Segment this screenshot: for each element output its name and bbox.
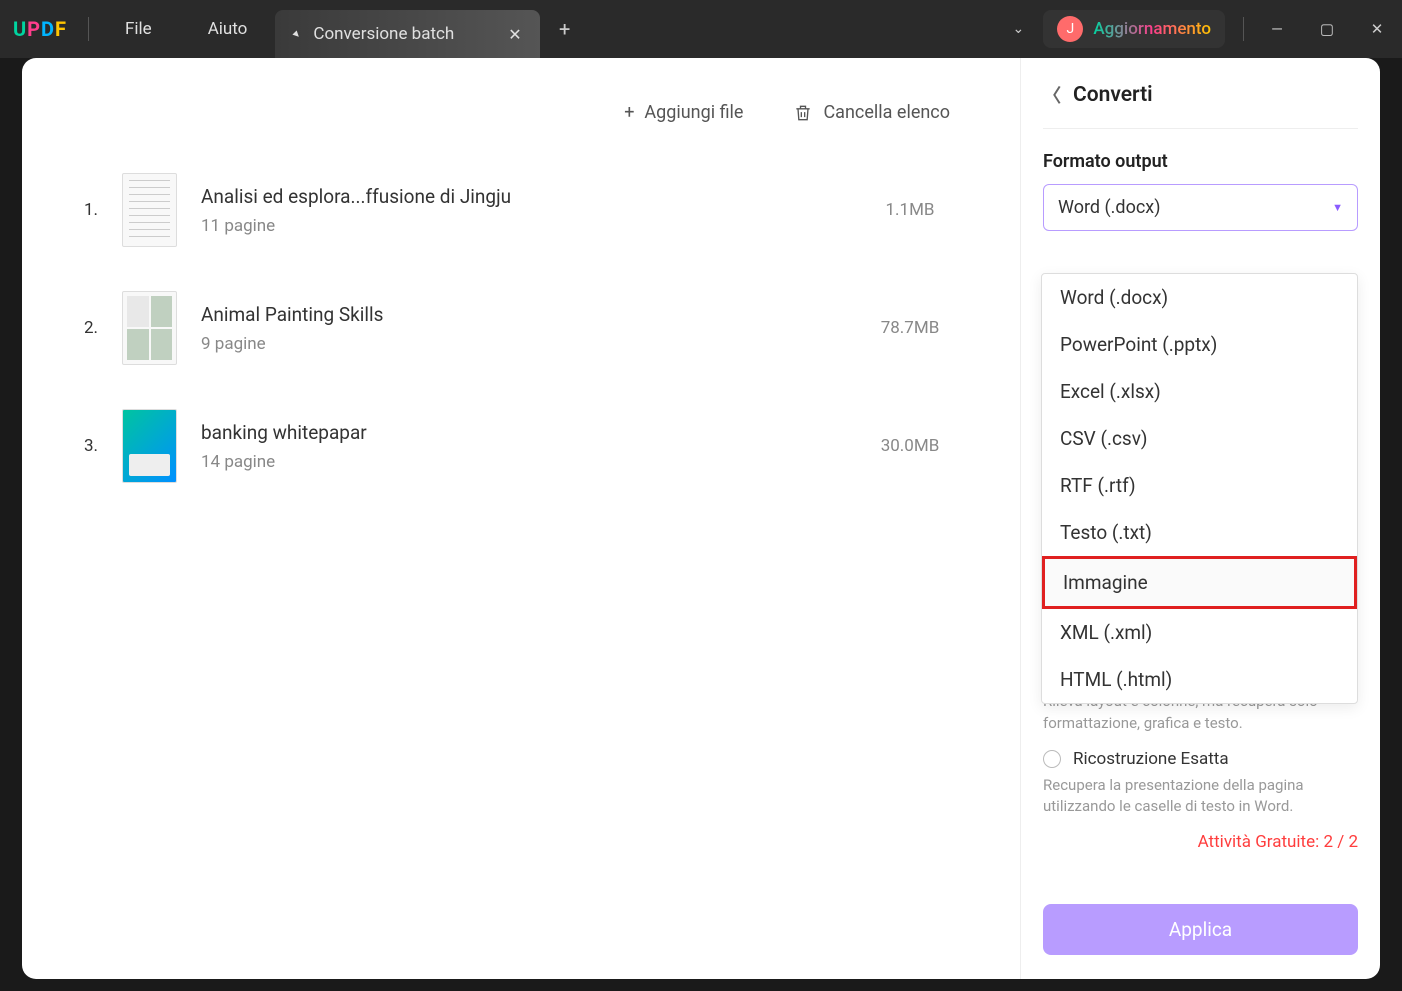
divider	[88, 17, 89, 41]
file-row[interactable]: 3. banking whitepapar 14 pagine 30.0MB	[72, 387, 970, 505]
file-size: 1.1MB	[850, 200, 970, 220]
format-option[interactable]: HTML (.html)	[1042, 656, 1357, 703]
format-option[interactable]: Immagine	[1042, 556, 1357, 609]
free-tasks-counter: Attività Gratuite: 2 / 2	[1043, 832, 1358, 852]
format-option[interactable]: PowerPoint (.pptx)	[1042, 321, 1357, 368]
radio-icon	[1043, 750, 1061, 768]
maximize-button[interactable]: ▢	[1302, 20, 1352, 38]
plus-icon: +	[624, 102, 634, 123]
file-pages: 9 pagine	[201, 334, 826, 354]
new-tab-button[interactable]: +	[540, 17, 590, 41]
file-thumbnail	[122, 173, 177, 247]
trash-icon	[793, 103, 813, 123]
tab-title: Conversione batch	[313, 24, 454, 44]
file-pages: 14 pagine	[201, 452, 826, 472]
divider	[1243, 17, 1244, 41]
exact-reconstruction-radio[interactable]: Ricostruzione Esatta	[1043, 749, 1358, 769]
output-format-label: Formato output	[1043, 151, 1358, 172]
update-button[interactable]: J Aggiornamento	[1043, 10, 1225, 48]
add-file-button[interactable]: + Aggiungi file	[624, 102, 743, 123]
caret-down-icon: ▼	[1332, 201, 1343, 214]
selected-format: Word (.docx)	[1058, 197, 1160, 218]
panel-title: Converti	[1073, 83, 1153, 107]
titlebar: UPDF File Aiuto ▾ Conversione batch ✕ + …	[0, 0, 1402, 58]
file-index: 1.	[72, 200, 98, 220]
output-format-select[interactable]: Word (.docx) ▼	[1043, 184, 1358, 231]
format-option[interactable]: XML (.xml)	[1042, 609, 1357, 656]
convert-panel: 〈 Converti Formato output Word (.docx) ▼…	[1020, 58, 1380, 979]
format-option[interactable]: Word (.docx)	[1042, 274, 1357, 321]
format-option[interactable]: RTF (.rtf)	[1042, 462, 1357, 509]
avatar: J	[1057, 16, 1083, 42]
file-size: 78.7MB	[850, 318, 970, 338]
app-logo: UPDF	[0, 17, 80, 41]
minimize-button[interactable]: —	[1252, 20, 1302, 38]
file-thumbnail	[122, 409, 177, 483]
file-title: Animal Painting Skills	[201, 303, 826, 326]
clear-list-label: Cancella elenco	[823, 102, 950, 123]
tab-batch-conversion[interactable]: ▾ Conversione batch ✕	[275, 10, 539, 58]
workspace: + Aggiungi file Cancella elenco 1. Anali…	[22, 58, 1380, 979]
file-size: 30.0MB	[850, 436, 970, 456]
file-index: 3.	[72, 436, 98, 456]
back-icon[interactable]: 〈	[1043, 82, 1061, 108]
apply-button[interactable]: Applica	[1043, 904, 1358, 955]
menu-help[interactable]: Aiuto	[180, 19, 276, 39]
file-row[interactable]: 2. Animal Painting Skills 9 pagine 78.7M…	[72, 269, 970, 387]
chevron-down-icon[interactable]: ⌄	[993, 21, 1043, 37]
pin-icon: ▾	[289, 27, 303, 41]
format-dropdown: Word (.docx)PowerPoint (.pptx)Excel (.xl…	[1041, 273, 1358, 704]
exact-description: Recupera la presentazione della pagina u…	[1043, 775, 1358, 819]
file-row[interactable]: 1. Analisi ed esplora...ffusione di Jing…	[72, 151, 970, 269]
file-pages: 11 pagine	[201, 216, 826, 236]
exact-reconstruction-label: Ricostruzione Esatta	[1073, 749, 1229, 769]
file-title: banking whitepapar	[201, 421, 826, 444]
menu-file[interactable]: File	[97, 19, 180, 39]
format-option[interactable]: Excel (.xlsx)	[1042, 368, 1357, 415]
file-thumbnail	[122, 291, 177, 365]
format-option[interactable]: CSV (.csv)	[1042, 415, 1357, 462]
update-label: Aggiornamento	[1093, 19, 1211, 39]
add-file-label: Aggiungi file	[644, 102, 743, 123]
file-list-panel: + Aggiungi file Cancella elenco 1. Anali…	[22, 58, 1020, 979]
clear-list-button[interactable]: Cancella elenco	[793, 102, 950, 123]
close-icon[interactable]: ✕	[508, 25, 521, 44]
close-window-button[interactable]: ✕	[1352, 20, 1402, 38]
file-title: Analisi ed esplora...ffusione di Jingju	[201, 185, 826, 208]
file-index: 2.	[72, 318, 98, 338]
format-option[interactable]: Testo (.txt)	[1042, 509, 1357, 556]
